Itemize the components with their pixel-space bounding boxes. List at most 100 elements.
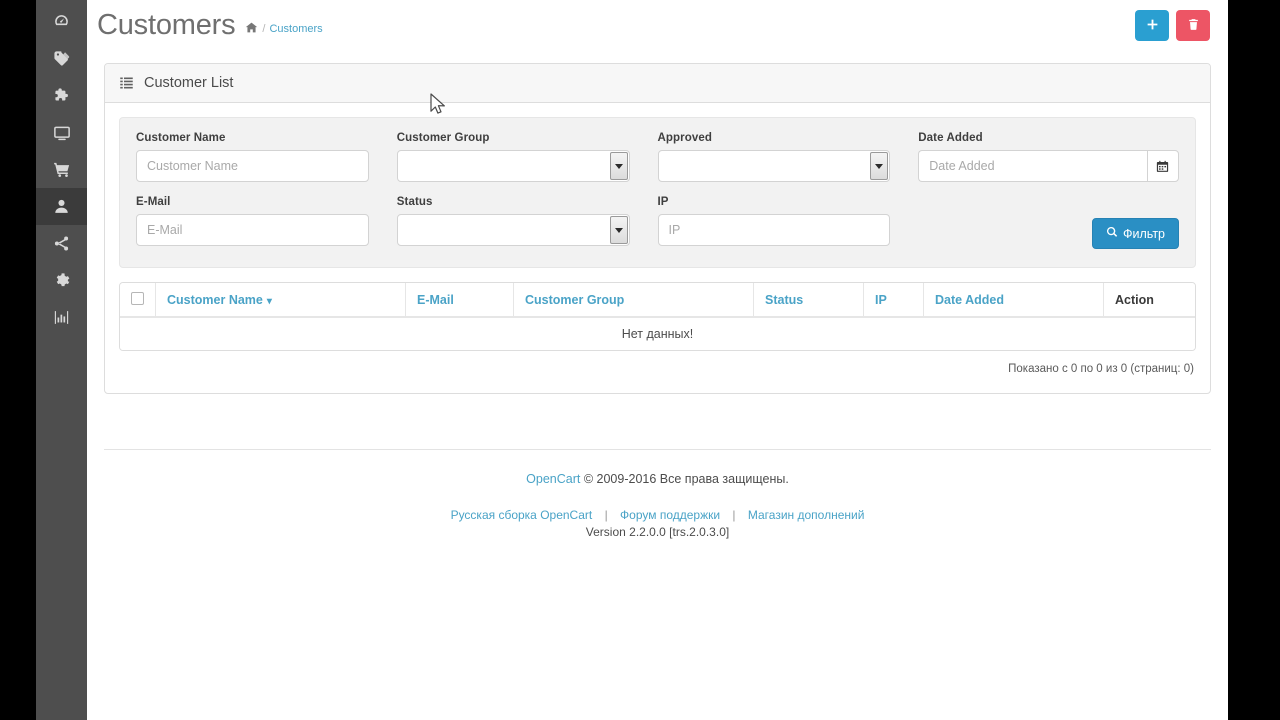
sort-status-link[interactable]: Status: [765, 293, 803, 307]
breadcrumb-link-customers[interactable]: Customers: [269, 23, 322, 35]
home-icon[interactable]: [245, 21, 258, 36]
label-customer-group: Customer Group: [396, 132, 490, 144]
filter-button[interactable]: Фильтр: [1092, 218, 1179, 249]
field-approved: Approved: [657, 132, 919, 182]
panel-body: Customer Name Customer Group: [105, 103, 1210, 393]
sidebar-item-reports[interactable]: [36, 299, 87, 336]
sort-customer-name-link[interactable]: Customer Name: [167, 293, 263, 307]
search-icon: [1106, 226, 1118, 241]
cart-icon: [53, 161, 71, 179]
user-icon: [53, 198, 70, 215]
header-ip[interactable]: IP: [863, 283, 924, 318]
footer-links: Русская сборка OpenCart | Форум поддержк…: [104, 508, 1211, 522]
field-customer-group: Customer Group: [396, 132, 658, 182]
plus-icon: [1146, 18, 1159, 34]
sort-email-link[interactable]: E-Mail: [417, 293, 454, 307]
footer-version: Version 2.2.0.0 [trs.2.0.3.0]: [585, 525, 730, 539]
sidebar-item-extensions[interactable]: [36, 77, 87, 114]
main-region: Customer List Customer Name Customer Nam…: [87, 51, 1228, 539]
email-input[interactable]: [136, 214, 369, 246]
page-header: Customers / Customers: [87, 0, 1228, 51]
sidebar-item-catalog[interactable]: [36, 40, 87, 77]
approved-select[interactable]: [657, 150, 891, 182]
panel-heading: Customer List: [105, 64, 1210, 103]
bar-chart-icon: [53, 309, 70, 326]
sidebar-item-customers[interactable]: [36, 188, 87, 225]
pagination-results: Показано с 0 по 0 из 0 (страниц: 0): [1008, 363, 1194, 375]
share-icon: [53, 235, 70, 252]
table-empty-row: Нет данных!: [120, 317, 1195, 350]
chevron-down-icon[interactable]: [870, 152, 889, 180]
chevron-down-icon[interactable]: [609, 152, 628, 180]
date-added-group: [918, 150, 1179, 182]
footer-link-russian-build[interactable]: Русская сборка OpenCart: [451, 508, 593, 522]
sort-date-added-link[interactable]: Date Added: [935, 293, 1004, 307]
field-status: Status: [396, 196, 658, 249]
label-ip: IP: [657, 196, 669, 208]
label-customer-name: Customer Name: [136, 132, 226, 144]
filter-button-holder: Фильтр: [918, 196, 1179, 249]
table-header-row: Customer Name ▾ E-Mail Customer Group St…: [120, 283, 1195, 318]
page-title: Customers: [97, 9, 236, 41]
footer-separator-1: |: [604, 508, 608, 522]
customer-group-select[interactable]: [396, 150, 630, 182]
sidebar-item-system[interactable]: [36, 262, 87, 299]
monitor-icon: [53, 124, 71, 142]
footer-link-support-forum[interactable]: Форум поддержки: [620, 508, 720, 522]
footer-copyright-text: © 2009-2016 Все права защищены.: [580, 472, 789, 486]
ip-input[interactable]: [657, 214, 891, 246]
trash-icon: [1187, 18, 1200, 34]
label-status: Status: [396, 196, 433, 208]
filter-row-2: E-Mail Status: [136, 196, 1179, 249]
screen: Customers / Customers Customer List Cust…: [0, 0, 1280, 720]
gear-icon: [53, 272, 70, 289]
header-customer-name[interactable]: Customer Name ▾: [155, 283, 406, 318]
caret-down-icon: ▾: [266, 295, 272, 307]
date-added-input[interactable]: [918, 150, 1147, 182]
breadcrumb-separator: /: [262, 22, 266, 35]
chevron-down-icon[interactable]: [609, 216, 628, 244]
puzzle-icon: [53, 87, 70, 104]
calendar-icon[interactable]: [1146, 150, 1179, 182]
label-date-added: Date Added: [918, 132, 983, 144]
footer-link-extensions-store[interactable]: Магазин дополнений: [748, 508, 865, 522]
field-email: E-Mail: [136, 196, 397, 249]
field-ip: IP: [657, 196, 919, 249]
add-new-button[interactable]: [1135, 10, 1169, 41]
tag-icon: [53, 50, 70, 67]
customer-list-panel: Customer List Customer Name Customer Nam…: [104, 63, 1211, 394]
select-all-checkbox[interactable]: [131, 291, 144, 305]
sidebar-item-dashboard[interactable]: [36, 3, 87, 40]
filter-row-1: Customer Name Customer Group: [136, 132, 1179, 182]
list-icon: [119, 75, 134, 92]
browser-viewport: Customers / Customers Customer List Cust…: [36, 0, 1228, 720]
customer-table-wrap: Customer Name ▾ E-Mail Customer Group St…: [119, 282, 1196, 351]
customer-name-input[interactable]: [136, 150, 369, 182]
footer-separator-2: |: [732, 508, 736, 522]
delete-button[interactable]: [1176, 10, 1210, 41]
header-email[interactable]: E-Mail: [405, 283, 514, 318]
label-approved: Approved: [657, 132, 712, 144]
header-actions: [1135, 10, 1210, 41]
sidebar-item-design[interactable]: [36, 114, 87, 151]
sidebar-item-sales[interactable]: [36, 151, 87, 188]
label-email: E-Mail: [136, 196, 171, 208]
table-head: Customer Name ▾ E-Mail Customer Group St…: [120, 283, 1195, 318]
breadcrumb: / Customers: [245, 21, 323, 36]
status-select[interactable]: [396, 214, 630, 246]
sidebar: [36, 0, 87, 720]
opencart-link[interactable]: OpenCart: [526, 472, 580, 486]
panel-title: Customer List: [144, 75, 234, 91]
field-customer-name: Customer Name: [136, 132, 397, 182]
header-customer-group[interactable]: Customer Group: [513, 283, 754, 318]
table-body: Нет данных!: [120, 317, 1195, 350]
sort-ip-link[interactable]: IP: [875, 293, 887, 307]
sidebar-item-marketing[interactable]: [36, 225, 87, 262]
empty-message: Нет данных!: [120, 317, 1195, 350]
dashboard-icon: [53, 13, 70, 30]
header-date-added[interactable]: Date Added: [923, 283, 1104, 318]
header-status[interactable]: Status: [753, 283, 864, 318]
filter-button-label: Фильтр: [1123, 226, 1165, 241]
header-select-all: [120, 283, 156, 318]
sort-customer-group-link[interactable]: Customer Group: [525, 293, 624, 307]
